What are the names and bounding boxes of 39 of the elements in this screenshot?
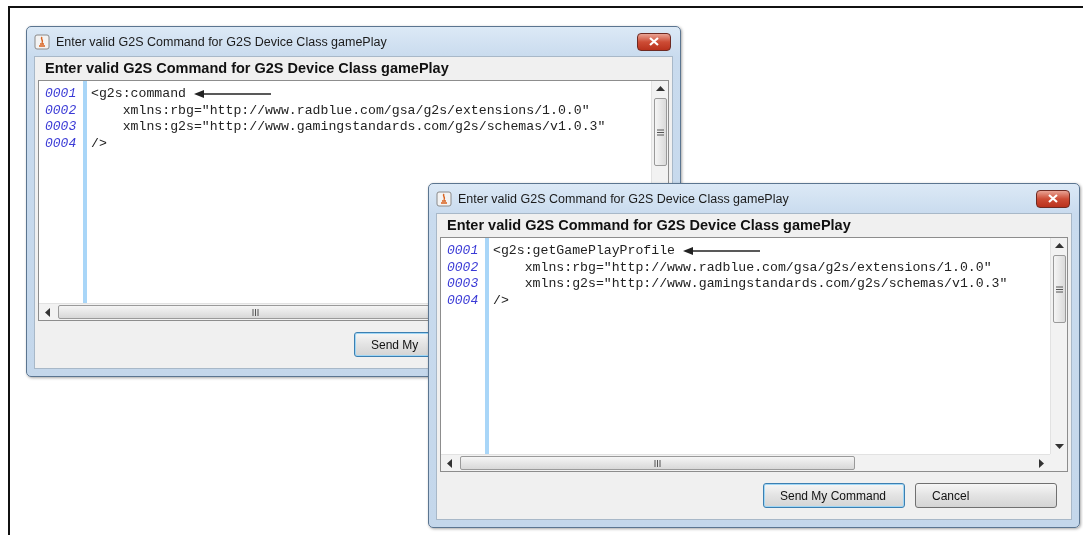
scrollbar-thumb[interactable] [1052, 255, 1066, 323]
window-title: Enter valid G2S Command for G2S Device Class gamePlay [56, 34, 388, 49]
dialog-heading: Enter valid G2S Command for G2S Device Class gamePlay [446, 216, 852, 235]
line-number: 0004 [45, 135, 77, 152]
code-line: xmlns:g2s="http://www.gamingstandards.com/g2s/schemas/v1.0.3" [121, 119, 606, 136]
dialog-button[interactable]: Send My Command [763, 483, 905, 508]
close-button[interactable] [1036, 189, 1070, 208]
close-button[interactable] [637, 32, 671, 51]
scroll-up-arrow-icon[interactable] [1054, 243, 1064, 249]
dialog-button[interactable]: Cancel [915, 483, 1057, 508]
line-number: 0003 [45, 119, 77, 136]
grip-icon [654, 459, 661, 467]
line-number: 0002 [45, 102, 77, 119]
line-number: 0003 [447, 276, 479, 293]
scroll-left-arrow-icon[interactable] [447, 458, 453, 468]
code-line: <g2s:getGamePlayProfile [493, 243, 676, 260]
close-icon [649, 37, 659, 46]
scrollbar-thumb[interactable] [460, 456, 855, 470]
code-line: <g2s:command [91, 86, 186, 103]
scroll-left-arrow-icon[interactable] [45, 307, 51, 317]
line-number: 0001 [45, 86, 77, 103]
grip-icon [1055, 285, 1063, 293]
line-number: 0001 [447, 243, 479, 260]
code-line: xmlns:g2s="http://www.gamingstandards.com/g2s/schemas/v1.0.3" [523, 276, 1008, 293]
window-title: Enter valid G2S Command for G2S Device Class gamePlay [458, 191, 790, 206]
scroll-right-arrow-icon[interactable] [1038, 458, 1044, 468]
code-line: /> [493, 292, 509, 309]
scroll-down-arrow-icon[interactable] [1054, 443, 1064, 449]
code-line: xmlns:rbg="http://www.radblue.com/gsa/g2s/extensions/1.0.0" [523, 259, 992, 276]
grip-icon [252, 308, 259, 316]
code-line: xmlns:rbg="http://www.radblue.com/gsa/g2s/extensions/1.0.0" [121, 102, 590, 119]
dialog-heading: Enter valid G2S Command for G2S Device Class gamePlay [44, 59, 450, 78]
line-number: 0002 [447, 259, 479, 276]
scrollbar-thumb[interactable] [653, 98, 667, 166]
close-icon [1048, 194, 1058, 203]
scroll-up-arrow-icon[interactable] [655, 86, 665, 92]
grip-icon [656, 128, 664, 136]
line-number: 0004 [447, 292, 479, 309]
code-line: /> [91, 135, 107, 152]
